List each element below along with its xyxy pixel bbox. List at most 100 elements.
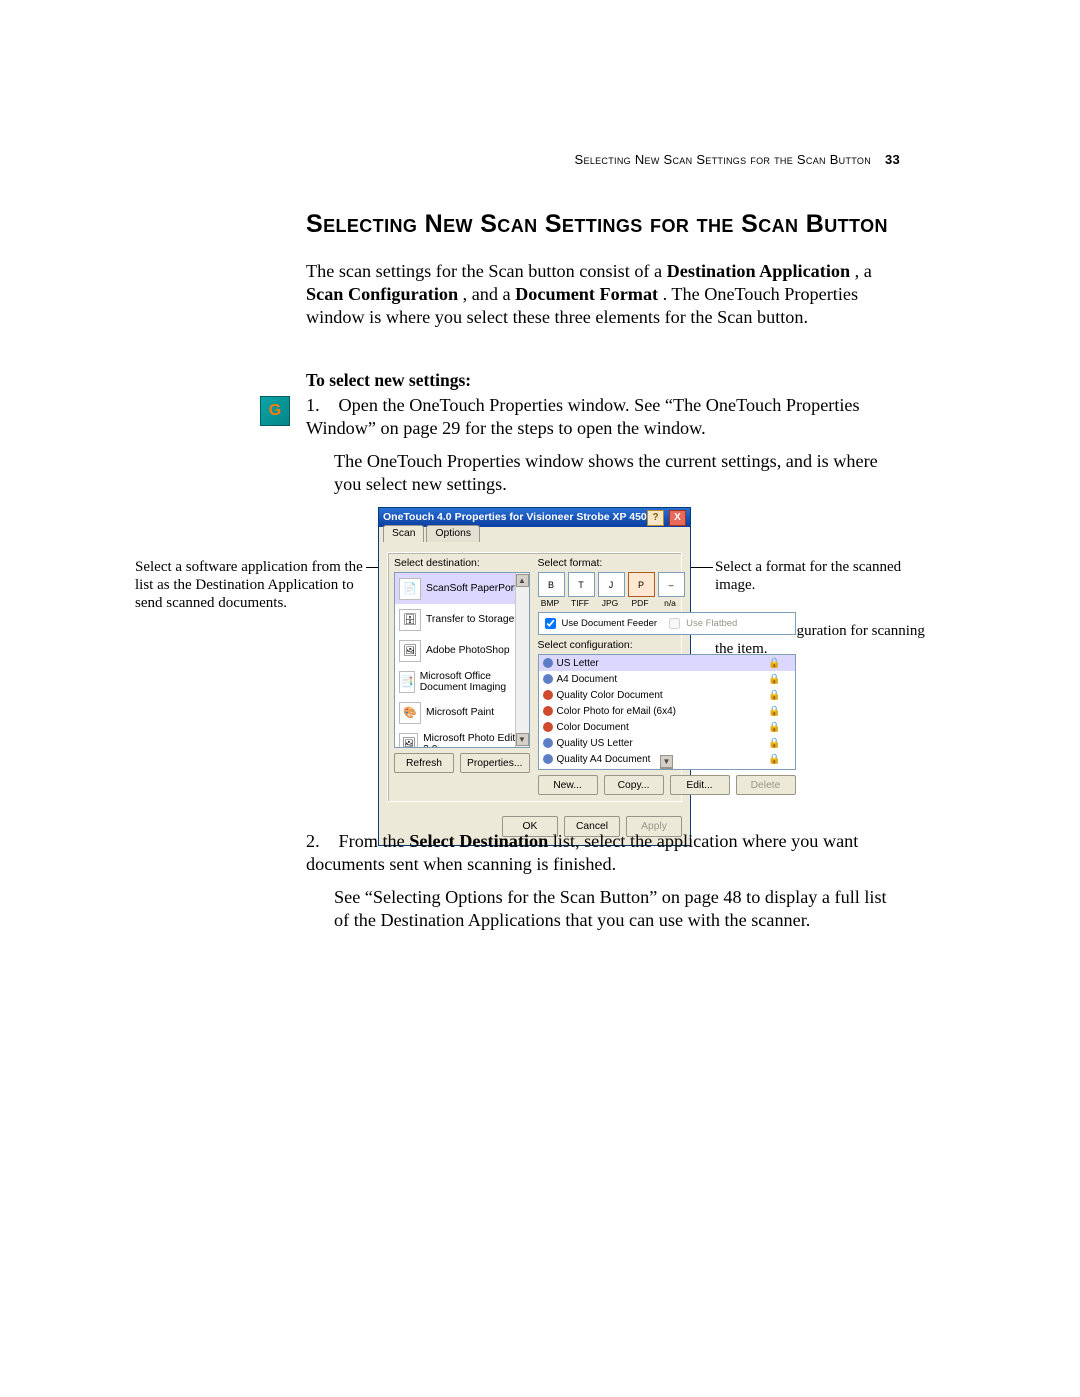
step-text: From the (339, 831, 410, 851)
config-name: US Letter (557, 658, 599, 669)
destination-item[interactable]: 🎨 Microsoft Paint (395, 697, 529, 728)
step-2-cont: See “Selecting Options for the Scan Butt… (334, 886, 900, 932)
checkbox-label: Use Document Feeder (562, 618, 658, 629)
config-icon (543, 738, 553, 748)
format-jpg[interactable]: JJPG (598, 572, 623, 608)
copy-button[interactable]: Copy... (604, 775, 664, 795)
intro-text: The scan settings for the Scan button co… (306, 261, 667, 281)
config-item[interactable]: A4 Document 🔒 (539, 671, 795, 687)
config-name: Color Photo for eMail (6x4) (557, 706, 677, 717)
destination-list[interactable]: 📄 ScanSoft PaperPort 🗄 Transfer to Stora… (394, 572, 530, 748)
intro-bold-2: Scan Configuration (306, 284, 458, 304)
checkbox (669, 618, 680, 629)
running-title: Selecting New Scan Settings for the Scan… (575, 152, 871, 167)
destination-item[interactable]: 🗄 Transfer to Storage (395, 604, 529, 635)
new-button[interactable]: New... (538, 775, 598, 795)
tab-panel: Select destination: 📄 ScanSoft PaperPort… (387, 552, 682, 802)
scroll-up-icon[interactable]: ▲ (660, 768, 673, 770)
checkbox[interactable] (545, 618, 556, 629)
config-label: Select configuration: (538, 639, 796, 651)
edit-button[interactable]: Edit... (670, 775, 730, 795)
format-pdf[interactable]: PPDF (628, 572, 653, 608)
config-item[interactable]: US Letter 🔒 (539, 655, 795, 671)
refresh-button[interactable]: Refresh (394, 753, 454, 773)
intro-bold-1: Destination Application (667, 261, 850, 281)
format-icon: P (628, 572, 655, 597)
format-na[interactable]: –n/a (658, 572, 683, 608)
subheading: To select new settings: (306, 370, 471, 391)
help-button[interactable]: ? (647, 510, 664, 526)
destination-item[interactable]: 🖼 Microsoft Photo Editor 3.0 (395, 728, 529, 748)
lock-icon: 🔒 (768, 658, 780, 669)
lock-icon: 🔒 (768, 674, 780, 685)
lock-icon: 🔒 (768, 738, 780, 749)
format-icon: B (538, 572, 565, 597)
onetouch-icon-glyph: G (269, 402, 281, 420)
format-icon: J (598, 572, 625, 597)
step-2: 2. From the Select Destination list, sel… (306, 830, 900, 876)
properties-button[interactable]: Properties... (460, 753, 530, 773)
config-icon (543, 722, 553, 732)
format-label: Select format: (538, 557, 796, 569)
intro-bold-3: Document Format (515, 284, 658, 304)
config-name: A4 Document (557, 674, 618, 685)
use-document-feeder-checkbox[interactable]: Use Document Feeder (541, 615, 658, 632)
destination-name: Adobe PhotoShop (426, 645, 510, 656)
destination-name: Microsoft Office Document Imaging (420, 671, 525, 693)
tabs: Scan Options (383, 525, 482, 542)
config-icon (543, 706, 553, 716)
format-icon: T (568, 572, 595, 597)
app-icon: 📄 (399, 578, 421, 600)
document-page: Selecting New Scan Settings for the Scan… (0, 0, 1080, 1397)
step-text-bold: Select Destination (409, 831, 548, 851)
format-tiff[interactable]: TTIFF (568, 572, 593, 608)
destination-item[interactable]: 🖼 Adobe PhotoShop (395, 635, 529, 666)
config-icon (543, 674, 553, 684)
page-title: Selecting New Scan Settings for the Scan… (306, 210, 900, 239)
source-row: Use Document Feeder Use Flatbed (538, 612, 796, 635)
config-item[interactable]: Quality Color Document🔒 (539, 687, 795, 703)
format-caption: PDF (628, 598, 653, 608)
format-caption: BMP (538, 598, 563, 608)
format-bmp[interactable]: BBMP (538, 572, 563, 608)
config-icon (543, 690, 553, 700)
step-1: 1. Open the OneTouch Properties window. … (306, 394, 900, 440)
config-item[interactable]: Color Photo for eMail (6x4)🔒 (539, 703, 795, 719)
lock-icon: 🔒 (768, 690, 780, 701)
app-icon: 🗄 (399, 609, 421, 631)
config-icon (543, 754, 553, 764)
scroll-down-icon[interactable]: ▼ (516, 733, 529, 746)
onetouch-properties-dialog: OneTouch 4.0 Properties for Visioneer St… (378, 507, 691, 846)
callout-destination: Select a software application from the l… (135, 558, 365, 612)
intro-paragraph: The scan settings for the Scan button co… (306, 260, 900, 328)
close-button[interactable]: X (669, 510, 686, 526)
scroll-down-icon[interactable]: ▼ (660, 755, 673, 768)
destination-item[interactable]: 📄 ScanSoft PaperPort (395, 573, 529, 604)
config-item[interactable]: Quality US Letter 🔒 (539, 735, 795, 751)
destination-name: Transfer to Storage (426, 614, 514, 625)
destination-name: Microsoft Paint (426, 707, 494, 718)
app-icon: 🎨 (399, 702, 421, 724)
tab-options[interactable]: Options (426, 525, 480, 542)
format-caption: TIFF (568, 598, 593, 608)
destination-name: ScanSoft PaperPort (426, 583, 517, 594)
configuration-list[interactable]: US Letter 🔒 A4 Document 🔒 Quality Color Do… (538, 654, 796, 770)
destination-item[interactable]: 📑 Microsoft Office Document Imaging (395, 666, 529, 697)
intro-text: , and a (463, 284, 516, 304)
page-number: 33 (885, 152, 900, 167)
config-item[interactable]: Color Document🔒 (539, 719, 795, 735)
format-icon: – (658, 572, 685, 597)
checkbox-label: Use Flatbed (686, 618, 737, 629)
config-icon (543, 658, 553, 668)
config-name: Quality US Letter (557, 738, 633, 749)
app-icon: 🖼 (399, 733, 418, 749)
app-icon: 📑 (399, 671, 415, 693)
scroll-up-icon[interactable]: ▲ (516, 574, 529, 587)
scrollbar[interactable]: ▲ ▼ (515, 573, 529, 747)
dialog-body: Scan Options Select destination: 📄 ScanS… (379, 527, 690, 810)
format-caption: JPG (598, 598, 623, 608)
destination-column: Select destination: 📄 ScanSoft PaperPort… (394, 557, 530, 795)
intro-text: , a (855, 261, 872, 281)
tab-scan[interactable]: Scan (383, 525, 424, 542)
scrollbar[interactable]: ▲ ▼ (539, 768, 795, 770)
